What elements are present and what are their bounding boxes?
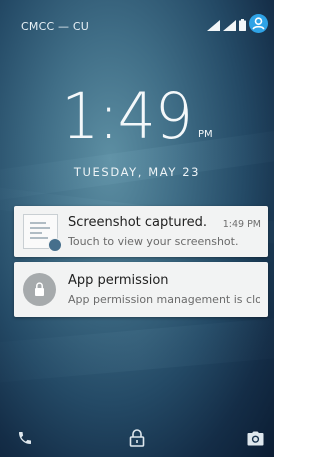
notification-time: 1:49 PM (222, 219, 261, 230)
app-permission-icon (23, 273, 56, 306)
lock-clock: 1:49 PM (0, 80, 274, 154)
clock-date: TUESDAY, MAY 23 (73, 165, 201, 179)
status-bar: CMCC — CU (0, 0, 274, 44)
lock-screen: CMCC — CU 1:49 PM TUESDAY, MAY 23 Screen… (0, 0, 274, 457)
lock-bottom-bar (0, 417, 274, 457)
lock-icon (35, 282, 44, 296)
signal-icon (223, 16, 236, 35)
wallpaper-ray (0, 314, 274, 386)
clock-time: 1:49 (61, 80, 193, 154)
battery-icon (239, 16, 246, 35)
notification-title: Screenshot captured. (68, 215, 208, 230)
notification-screenshot[interactable]: Screenshot captured. 1:49 PM Touch to vi… (14, 206, 268, 257)
notification-title: App permission (68, 273, 169, 288)
unlock-icon[interactable] (126, 427, 148, 449)
notification-app-permission[interactable]: App permission App permission management… (14, 262, 268, 317)
account-icon[interactable] (249, 13, 268, 37)
screenshot-thumbnail (23, 214, 62, 252)
notification-text: Touch to view your screenshot. (68, 235, 239, 248)
signal-icon (207, 16, 220, 35)
image-badge-icon (48, 238, 62, 252)
notification-text: App permission management is clo... (68, 293, 260, 306)
carrier-label: CMCC — CU (21, 20, 90, 33)
camera-icon[interactable] (244, 427, 266, 449)
phone-icon[interactable] (14, 427, 36, 449)
clock-ampm: PM (198, 129, 213, 140)
status-icons (207, 13, 268, 37)
